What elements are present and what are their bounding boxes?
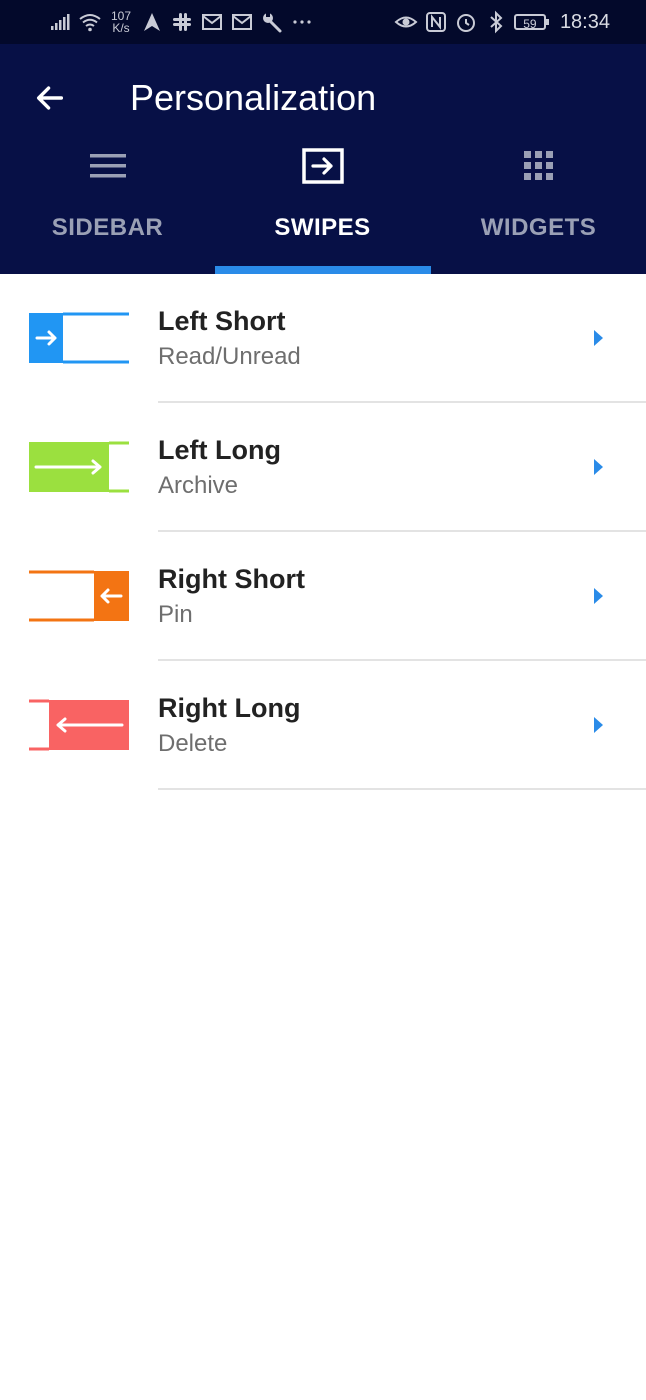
chevron-right-icon — [594, 459, 603, 475]
status-icons-left: 107 K/s — [48, 0, 314, 44]
row-action: Read/Unread — [158, 343, 301, 370]
list-item-right-long[interactable]: Right Long Delete — [0, 661, 646, 790]
slack-icon — [173, 13, 191, 31]
status-bar: 107 K/s 59 18:34 — [0, 0, 646, 44]
swipe-right-short-icon — [29, 570, 129, 622]
nfc-icon — [425, 12, 446, 32]
swipe-left-long-icon — [29, 441, 129, 493]
tab-swipes[interactable]: SWIPES — [215, 136, 430, 274]
signal-icon — [51, 14, 70, 30]
app-bar: Personalization SIDEBAR SWIPES WIDGETS — [0, 44, 646, 274]
network-speed-unit: K/s — [112, 21, 130, 35]
divider — [158, 788, 646, 790]
tab-sidebar-label: SIDEBAR — [51, 214, 164, 241]
wifi-icon — [79, 14, 101, 32]
swipe-box-arrow-icon — [301, 148, 344, 184]
chevron-right-icon — [594, 330, 603, 346]
tab-widgets-label: WIDGETS — [480, 214, 597, 241]
row-action: Delete — [158, 730, 228, 757]
swipe-right-long-icon — [29, 699, 129, 751]
list-item-right-short[interactable]: Right Short Pin — [0, 532, 646, 661]
network-speed: 107 K/s — [108, 10, 134, 34]
gmail-icon — [202, 14, 222, 30]
row-action: Pin — [158, 601, 193, 628]
row-title: Left Short — [158, 306, 286, 336]
navigation-icon — [144, 13, 160, 31]
more-icon — [293, 20, 311, 24]
row-title: Left Long — [158, 435, 281, 465]
chevron-right-icon — [594, 588, 603, 604]
row-action: Archive — [158, 472, 239, 499]
battery-icon: 59 — [513, 14, 549, 31]
back-button[interactable] — [26, 74, 74, 122]
tab-sidebar[interactable]: SIDEBAR — [0, 136, 215, 274]
page-title: Personalization — [130, 77, 377, 118]
status-clock: 18:34 — [559, 10, 610, 33]
bluetooth-icon — [490, 10, 503, 34]
tab-widgets[interactable]: WIDGETS — [431, 136, 646, 274]
chevron-right-icon — [594, 717, 603, 733]
status-icons-right: 59 18:34 — [394, 0, 610, 44]
arrow-back-icon — [36, 86, 64, 110]
tab-swipes-label: SWIPES — [274, 214, 371, 241]
list-item-left-short[interactable]: Left Short Read/Unread — [0, 274, 646, 403]
active-tab-indicator — [215, 266, 431, 274]
list-item-left-long[interactable]: Left Long Archive — [0, 403, 646, 532]
wrench-icon — [263, 12, 282, 33]
row-title: Right Long — [158, 693, 301, 723]
row-title: Right Short — [158, 564, 305, 594]
menu-lines-icon — [89, 154, 126, 178]
grid-icon — [523, 151, 553, 180]
gmail-icon — [232, 14, 252, 30]
alarm-icon — [456, 14, 475, 32]
eye-icon — [394, 16, 418, 28]
swipe-action-list: Left Short Read/Unread Left Long Archive — [0, 274, 646, 790]
swipe-left-short-icon — [29, 312, 129, 364]
